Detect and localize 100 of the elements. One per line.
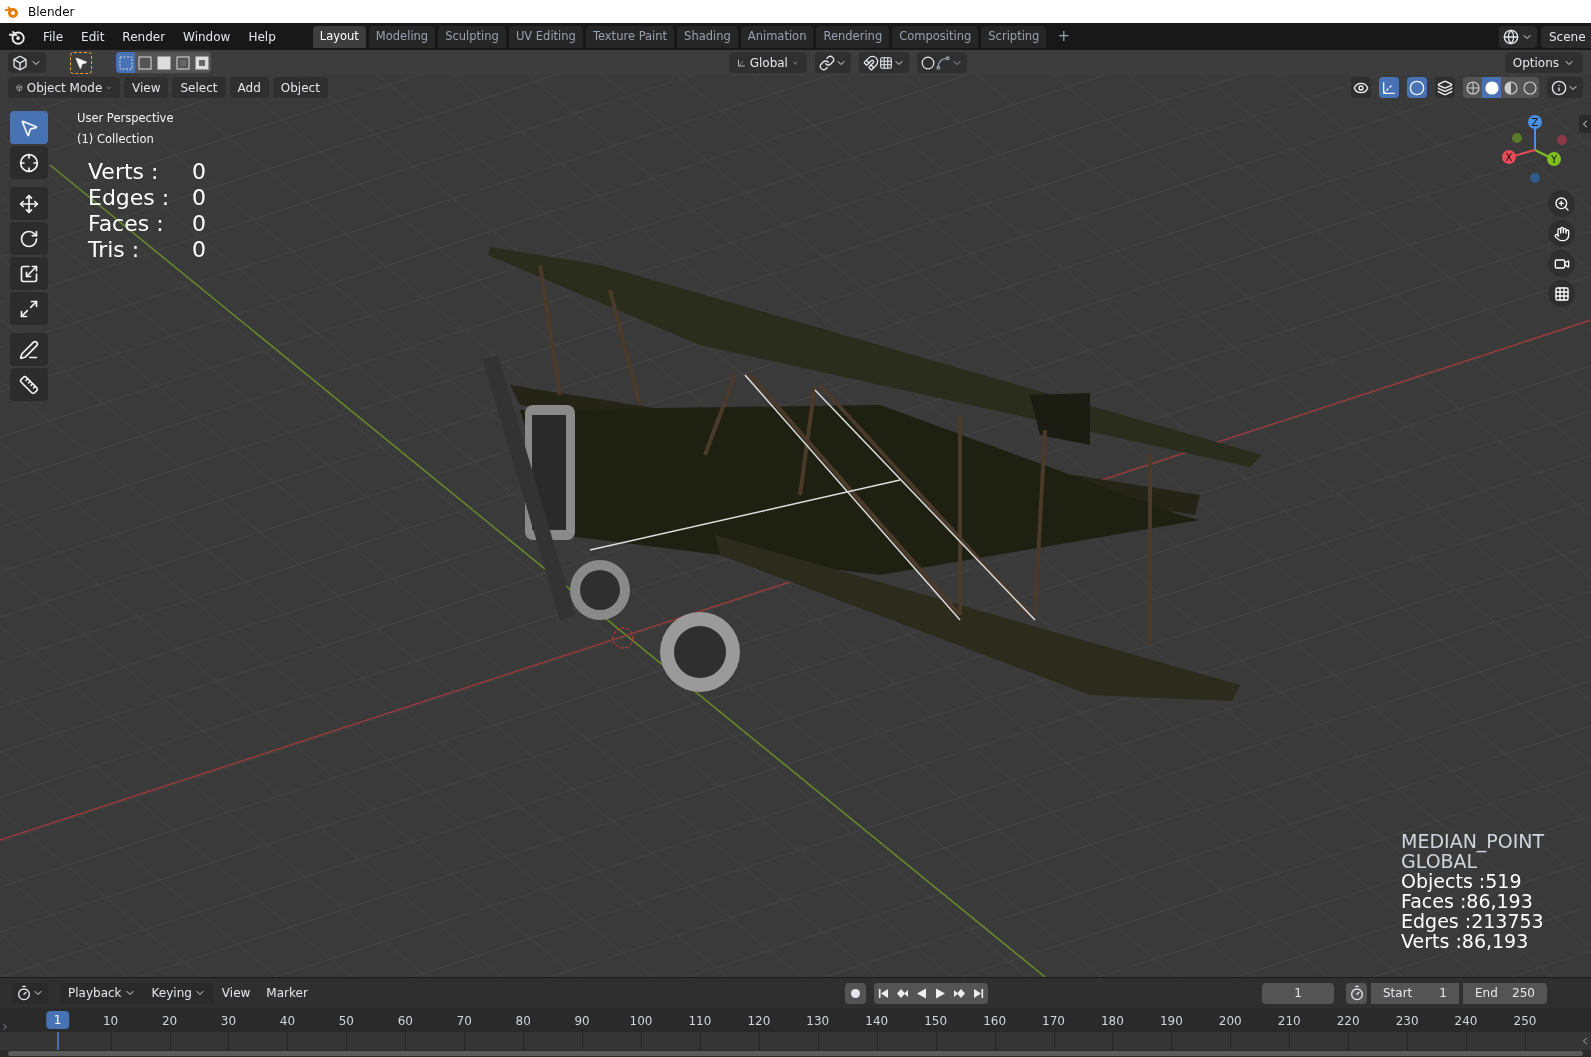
scene-info-line: MEDIAN_POINT: [1401, 831, 1545, 851]
stat-value: 0: [192, 185, 206, 211]
workspace-tab[interactable]: Scripting: [981, 25, 1047, 48]
editor-type-button[interactable]: [12, 982, 48, 1004]
jump-icon: [877, 987, 889, 999]
frame-number: 30: [220, 1013, 237, 1030]
scene-info-line: Objects :519: [1401, 871, 1523, 891]
hand-icon: [1553, 225, 1570, 242]
tool-button[interactable]: [10, 222, 48, 255]
workspace-tab[interactable]: Modeling: [368, 25, 436, 48]
scrollbar[interactable]: [8, 1051, 1583, 1056]
editor-type-button[interactable]: [8, 52, 46, 73]
stopwatch-icon: [1348, 985, 1365, 1001]
field-label: Start: [1383, 985, 1413, 1002]
playhead-line: [56, 1032, 59, 1050]
info-icon: [1551, 79, 1567, 96]
menu-item[interactable]: Help: [239, 27, 285, 46]
menu-item[interactable]: Edit: [72, 27, 114, 46]
view-menu-item[interactable]: Object: [272, 77, 328, 98]
workspace-tab[interactable]: Sculpting: [438, 25, 506, 48]
sphere-icon: [1503, 80, 1518, 95]
select-mode-button[interactable]: [173, 52, 192, 73]
overlay-toggle[interactable]: [1351, 77, 1371, 98]
preview-range-button[interactable]: [1346, 982, 1367, 1004]
frame-number: 10: [103, 1013, 119, 1030]
overlay-toggle[interactable]: [1379, 77, 1399, 98]
select-mode-button[interactable]: [192, 52, 211, 73]
jump-icon: [972, 987, 984, 999]
field-value: 1: [1439, 985, 1447, 1002]
circle-icon: [920, 55, 935, 70]
scale-icon: [19, 263, 39, 284]
workspace-tab[interactable]: Rendering: [816, 25, 890, 48]
workspace-tab[interactable]: Shading: [677, 25, 738, 48]
workspace-tab[interactable]: Animation: [740, 25, 814, 48]
select-mode-button[interactable]: [154, 52, 173, 73]
workspace-tab[interactable]: Compositing: [892, 25, 979, 48]
snap-dropdown[interactable]: [858, 52, 909, 73]
tool-button[interactable]: [10, 333, 48, 366]
move-icon: [19, 193, 39, 214]
info-dropdown[interactable]: [1547, 77, 1583, 98]
pivot-dropdown[interactable]: [814, 52, 851, 73]
menu-item[interactable]: File: [34, 27, 73, 46]
select-mode-icon: [175, 55, 190, 70]
play-icon: [915, 987, 927, 999]
add-workspace-button[interactable]: +: [1049, 25, 1078, 48]
scene-info-line: Verts :86,193: [1401, 931, 1530, 951]
shading-button[interactable]: [1520, 77, 1539, 98]
tool-button[interactable]: [10, 368, 48, 401]
shading-button[interactable]: [1482, 77, 1501, 98]
cube-icon: [12, 54, 28, 71]
frame-number: 120: [747, 1013, 771, 1030]
frame-number: 80: [515, 1013, 531, 1030]
navigation-gizmo[interactable]: Z X Y: [1500, 112, 1570, 187]
workspace-tab[interactable]: UV Editing: [508, 25, 583, 48]
timeline-menu-item[interactable]: Marker: [258, 982, 316, 1004]
select-tool-button[interactable]: [70, 51, 92, 74]
transform-icon: [19, 298, 39, 319]
tool-button[interactable]: [10, 187, 48, 220]
timeline-menu-item[interactable]: View: [213, 982, 259, 1004]
shading-button[interactable]: [1463, 77, 1482, 98]
zoom-icon: [1553, 195, 1570, 212]
frame-number: 60: [397, 1013, 413, 1030]
sidebar-toggle[interactable]: [1579, 115, 1591, 133]
select-mode-icon: [156, 55, 171, 70]
end-frame-field[interactable]: End 250: [1463, 982, 1547, 1004]
select-mode-icon: [194, 55, 209, 70]
magnet-icon: [862, 54, 879, 71]
current-frame-marker[interactable]: 1: [45, 1011, 70, 1029]
stopwatch-icon: [16, 985, 32, 1001]
scene-selector[interactable]: [1499, 25, 1537, 48]
crosshair-icon: [19, 152, 39, 173]
view-menu-item[interactable]: Add: [229, 77, 269, 98]
timeline-menu-item[interactable]: Keying: [143, 982, 214, 1004]
shading-button[interactable]: [1501, 77, 1520, 98]
tool-button[interactable]: [10, 292, 48, 325]
view-menu-item[interactable]: View: [124, 77, 169, 98]
start-frame-field[interactable]: Start 1: [1371, 982, 1459, 1004]
view-menu-item[interactable]: Select: [172, 77, 226, 98]
overlay-toggle[interactable]: [1407, 77, 1427, 98]
app-logo-icon: [4, 4, 20, 19]
overlay-toggle[interactable]: [1435, 77, 1455, 98]
options-dropdown[interactable]: Options: [1504, 52, 1583, 73]
app-logo-icon[interactable]: [8, 28, 26, 45]
current-frame-field[interactable]: 1: [1262, 982, 1334, 1004]
menu-item[interactable]: Render: [113, 27, 175, 46]
proportional-edit-dropdown[interactable]: [916, 52, 967, 73]
orientation-dropdown[interactable]: Global: [728, 52, 807, 73]
workspace-tab[interactable]: Texture Paint: [585, 25, 675, 48]
timeline-menu-item[interactable]: Playback: [60, 982, 144, 1004]
tool-button[interactable]: [10, 146, 48, 179]
workspace-tab[interactable]: Layout: [312, 25, 366, 48]
tool-button[interactable]: [10, 257, 48, 290]
globe-icon: [1503, 28, 1519, 45]
select-mode-button[interactable]: [135, 52, 154, 73]
sphere-icon: [1465, 80, 1480, 95]
curve-icon: [934, 54, 951, 71]
menu-item[interactable]: Window: [174, 27, 240, 46]
mode-dropdown[interactable]: Object Mode: [8, 77, 120, 98]
scene-field[interactable]: Scene: [1541, 25, 1591, 48]
record-button[interactable]: [844, 982, 866, 1004]
